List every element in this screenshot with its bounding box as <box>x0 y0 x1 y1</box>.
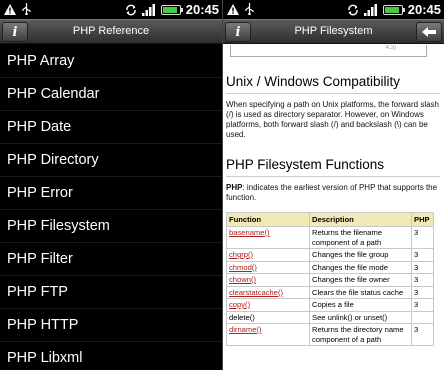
title-bar: i PHP Reference <box>0 19 222 44</box>
back-button[interactable] <box>416 22 442 42</box>
table-header-row: Function Description PHP <box>226 212 434 227</box>
version-cell: 3 <box>411 323 434 346</box>
version-cell: 3 <box>411 273 434 287</box>
description-cell: Changes the file mode <box>309 260 412 274</box>
list-item-php-libxml[interactable]: PHP Libxml <box>0 342 222 370</box>
right-screen: 20:45 i PHP Filesystem 4.3) Unix / Windo… <box>223 0 444 370</box>
php-note-text: : indicates the earliest version of PHP … <box>226 183 438 202</box>
clock: 20:45 <box>407 2 441 17</box>
list-item-php-date[interactable]: PHP Date <box>0 111 222 144</box>
status-bar: 20:45 <box>223 0 444 19</box>
functions-table: Function Description PHP basename() Retu… <box>226 212 434 346</box>
list-item-php-filesystem[interactable]: PHP Filesystem <box>0 210 222 243</box>
function-cell[interactable]: basename() <box>226 226 310 249</box>
clock: 20:45 <box>185 2 219 17</box>
page-title: PHP Filesystem <box>294 25 373 37</box>
usb-icon <box>245 3 254 15</box>
description-cell: Changes the file owner <box>309 273 412 287</box>
list-item-php-error[interactable]: PHP Error <box>0 177 222 210</box>
table-row: copy() Copies a file 3 <box>226 298 434 312</box>
php-version-note: PHP: indicates the earliest version of P… <box>226 183 440 203</box>
list-item-php-directory[interactable]: PHP Directory <box>0 144 222 177</box>
column-header-php: PHP <box>411 212 434 227</box>
version-cell <box>411 310 434 324</box>
function-link[interactable]: clearstatcache() <box>229 288 283 297</box>
function-cell[interactable]: chmod() <box>226 260 310 274</box>
table-row: dirname() Returns the directory name com… <box>226 323 434 346</box>
table-row: basename() Returns the filename componen… <box>226 226 434 249</box>
version-cell: 3 <box>411 260 434 274</box>
table-row: clearstatcache() Clears the file status … <box>226 285 434 299</box>
list-item-php-http[interactable]: PHP HTTP <box>0 309 222 342</box>
column-header-description: Description <box>309 212 412 227</box>
function-link[interactable]: chown() <box>229 275 256 284</box>
page-title: PHP Reference <box>72 25 150 37</box>
warning-icon <box>4 3 16 15</box>
function-link[interactable]: copy() <box>229 300 250 309</box>
function-link[interactable]: basename() <box>229 228 270 237</box>
function-link[interactable]: dirname() <box>229 325 262 334</box>
version-cell: 3 <box>411 226 434 249</box>
list-item-php-ftp[interactable]: PHP FTP <box>0 276 222 309</box>
function-cell: delete() <box>226 310 310 324</box>
left-screen: 20:45 i PHP Reference PHP Array PHP Cale… <box>0 0 222 370</box>
status-bar: 20:45 <box>0 0 222 19</box>
page-content[interactable]: 4.3) Unix / Windows Compatibility When s… <box>223 45 444 370</box>
function-cell[interactable]: dirname() <box>226 323 310 346</box>
table-row: chgrp() Changes the file group 3 <box>226 248 434 262</box>
column-header-function: Function <box>226 212 310 227</box>
signal-icon <box>363 3 377 16</box>
back-arrow-icon <box>422 27 436 37</box>
list-item-php-calendar[interactable]: PHP Calendar <box>0 78 222 111</box>
description-cell: Changes the file group <box>309 248 412 262</box>
php-label: PHP <box>226 183 243 192</box>
function-link[interactable]: chgrp() <box>229 250 253 259</box>
list-item-php-array[interactable]: PHP Array <box>0 45 222 78</box>
function-link[interactable]: chmod() <box>229 263 257 272</box>
function-cell[interactable]: copy() <box>226 298 310 312</box>
function-cell[interactable]: chown() <box>226 273 310 287</box>
description-cell: Returns the directory name component of … <box>309 323 412 346</box>
table-row: chown() Changes the file owner 3 <box>226 273 434 287</box>
function-cell[interactable]: chgrp() <box>226 248 310 262</box>
compatibility-text: When specifying a path on Unix platforms… <box>226 100 439 139</box>
version-cell: 3 <box>411 285 434 299</box>
sync-icon <box>347 4 358 15</box>
warning-icon <box>227 3 239 15</box>
signal-icon <box>141 3 155 16</box>
description-cell: See unlink() or unset() <box>309 310 412 324</box>
section-heading-compatibility: Unix / Windows Compatibility <box>226 74 440 94</box>
table-cell-fragment: 4.3) <box>230 45 427 57</box>
battery-icon <box>382 4 405 15</box>
function-cell[interactable]: clearstatcache() <box>226 285 310 299</box>
sync-icon <box>125 4 136 15</box>
table-row: chmod() Changes the file mode 3 <box>226 260 434 274</box>
version-cell: 3 <box>411 298 434 312</box>
description-cell: Clears the file status cache <box>309 285 412 299</box>
description-cell: Copies a file <box>309 298 412 312</box>
module-list: PHP Array PHP Calendar PHP Date PHP Dire… <box>0 45 222 370</box>
version-cell: 3 <box>411 248 434 262</box>
battery-icon <box>160 4 183 15</box>
description-cell: Returns the filename component of a path <box>309 226 412 249</box>
section-heading-functions: PHP Filesystem Functions <box>226 157 440 177</box>
table-row: delete() See unlink() or unset() <box>226 310 434 324</box>
title-bar: i PHP Filesystem <box>223 19 444 44</box>
list-item-php-filter[interactable]: PHP Filter <box>0 243 222 276</box>
usb-icon <box>22 3 31 15</box>
